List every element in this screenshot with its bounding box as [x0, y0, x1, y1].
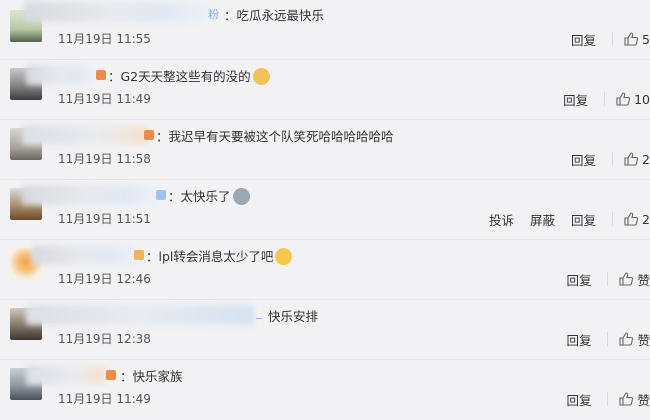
comment-time: 11月19日 11:49: [58, 92, 151, 106]
comment-actions: 回复 2: [571, 150, 650, 168]
name-tag: 粉: [208, 8, 219, 21]
comment-time: 11月19日 12:38: [58, 332, 151, 346]
like-button[interactable]: 赞: [618, 270, 650, 289]
reply-button[interactable]: 回复: [566, 390, 591, 409]
comment-actions: 回复 赞: [566, 270, 650, 288]
comment-row: ：我迟早有天要被这个队笑死哈哈哈哈哈哈 11月19日 11:58 回复 2: [0, 120, 650, 180]
vip-badge: [156, 190, 166, 200]
like-count: 5: [642, 31, 650, 47]
comment-time: 11月19日 11:55: [58, 32, 151, 46]
thumbs-up-icon: [619, 332, 634, 346]
like-button[interactable]: 2: [623, 151, 650, 167]
thumbs-up-icon: [624, 152, 639, 166]
username-blurred[interactable]: [26, 65, 96, 85]
like-label: 赞: [637, 392, 650, 408]
comment-time: 11月19日 12:46: [58, 272, 151, 286]
block-button[interactable]: 屏蔽: [530, 210, 555, 229]
like-label: 赞: [637, 272, 650, 288]
vip-badge: [134, 250, 144, 260]
like-count: 2: [642, 151, 650, 167]
username-blurred[interactable]: [22, 185, 160, 205]
emoji-icon: [252, 68, 270, 85]
comment-text: ：我迟早有天要被这个队笑死哈哈哈哈哈哈: [156, 129, 394, 144]
vip-badge: [96, 70, 106, 80]
report-button[interactable]: 投诉: [489, 210, 514, 229]
comment-text: ：快乐家族: [120, 369, 183, 384]
like-count: 10: [634, 91, 650, 107]
thumbs-up-icon: [619, 392, 634, 406]
comment-time: 11月19日 11:51: [58, 212, 151, 226]
divider: [604, 92, 606, 106]
like-button[interactable]: 赞: [618, 330, 650, 349]
comment-text: ：太快乐了: [168, 186, 250, 205]
reply-button[interactable]: 回复: [571, 150, 596, 169]
divider: [607, 332, 609, 346]
thumbs-up-icon: [619, 272, 634, 286]
divider: [612, 32, 614, 46]
comment-row: ：G2天天整这些有的没的 11月19日 11:49 回复 10: [0, 60, 650, 120]
vip-badge: [106, 370, 116, 380]
like-count: 2: [642, 211, 650, 227]
username-blurred[interactable]: [24, 2, 214, 22]
username-blurred[interactable]: [26, 305, 254, 325]
username-blurred[interactable]: [32, 245, 136, 265]
comment-row: ：lpl转会消息太少了吧 11月19日 12:46 回复 赞: [0, 240, 650, 300]
username-blurred[interactable]: [22, 125, 148, 145]
divider: [607, 392, 609, 406]
like-button[interactable]: 5: [623, 31, 650, 47]
emoji-icon: [275, 248, 293, 265]
comment-actions: 回复 赞: [566, 390, 650, 408]
comment-time: 11月19日 11:58: [58, 152, 151, 166]
comment-actions: 回复 5: [571, 30, 650, 48]
comment-actions: 回复 10: [563, 90, 650, 108]
username-blurred[interactable]: [26, 365, 106, 385]
like-label: 赞: [637, 332, 650, 348]
reply-button[interactable]: 回复: [566, 270, 591, 289]
comment-row: 粉 ：吃瓜永远最快乐 11月19日 11:55 回复 5: [0, 0, 650, 60]
comment-actions: 投诉 屏蔽 回复 2: [489, 210, 650, 228]
thumbs-up-icon: [616, 92, 631, 106]
comment-text: ：G2天天整这些有的没的: [108, 66, 270, 85]
comment-text: ：lpl转会消息太少了吧: [146, 246, 293, 265]
thumbs-up-icon: [624, 32, 639, 46]
like-button[interactable]: 2: [623, 211, 650, 227]
comment-row: ：快乐家族 11月19日 11:49 回复 赞: [0, 360, 650, 420]
like-button[interactable]: 赞: [618, 390, 650, 409]
reply-button[interactable]: 回复: [563, 90, 588, 109]
comment-time: 11月19日 11:49: [58, 392, 151, 406]
divider: [607, 272, 609, 286]
divider: [612, 212, 614, 226]
name-tag: _: [256, 305, 262, 319]
reply-button[interactable]: 回复: [566, 330, 591, 349]
comment-text: 快乐安排: [268, 309, 319, 324]
comment-text: ：吃瓜永远最快乐: [224, 8, 325, 23]
like-button[interactable]: 10: [615, 91, 650, 107]
vip-badge: [144, 130, 154, 140]
comment-row: ：太快乐了 11月19日 11:51 投诉 屏蔽 回复 2: [0, 180, 650, 240]
reply-button[interactable]: 回复: [571, 210, 596, 229]
reply-button[interactable]: 回复: [571, 30, 596, 49]
divider: [612, 152, 614, 166]
comment-row: _ 快乐安排 11月19日 12:38 回复 赞: [0, 300, 650, 360]
thumbs-up-icon: [624, 212, 639, 226]
emoji-icon: [232, 188, 250, 205]
comment-actions: 回复 赞: [566, 330, 650, 348]
